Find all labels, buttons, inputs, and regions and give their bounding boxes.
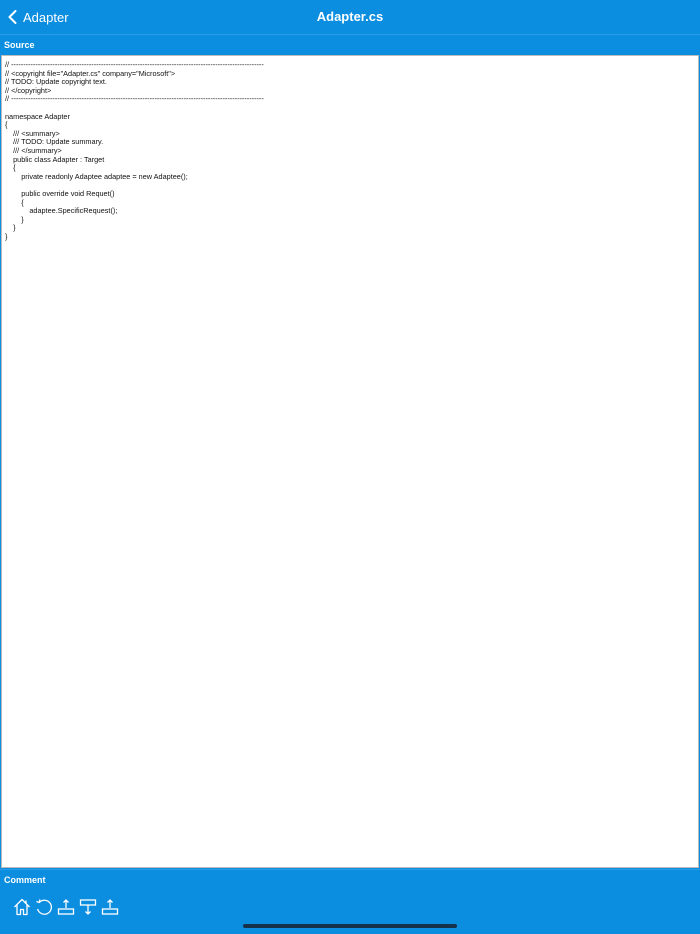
chevron-left-icon <box>8 10 17 24</box>
source-code-text: // -------------------------------------… <box>5 60 264 241</box>
back-button-label: Adapter <box>23 9 69 25</box>
home-button[interactable] <box>12 897 32 917</box>
upload-button[interactable] <box>56 897 76 917</box>
home-indicator <box>243 924 457 928</box>
reload-icon <box>36 899 52 915</box>
download-button[interactable] <box>78 897 98 917</box>
download-icon <box>79 899 97 915</box>
back-button[interactable]: Adapter <box>8 0 69 34</box>
share-button[interactable] <box>100 897 120 917</box>
upload-icon <box>57 899 75 915</box>
source-section-header: Source <box>0 34 700 54</box>
comment-section-header: Comment <box>0 869 700 889</box>
source-code-view[interactable]: // -------------------------------------… <box>1 55 699 868</box>
reload-button[interactable] <box>34 897 54 917</box>
share-icon <box>101 899 119 915</box>
navigation-bar: Adapter Adapter.cs <box>0 0 700 34</box>
page-title: Adapter.cs <box>316 9 384 24</box>
home-icon <box>14 898 30 916</box>
